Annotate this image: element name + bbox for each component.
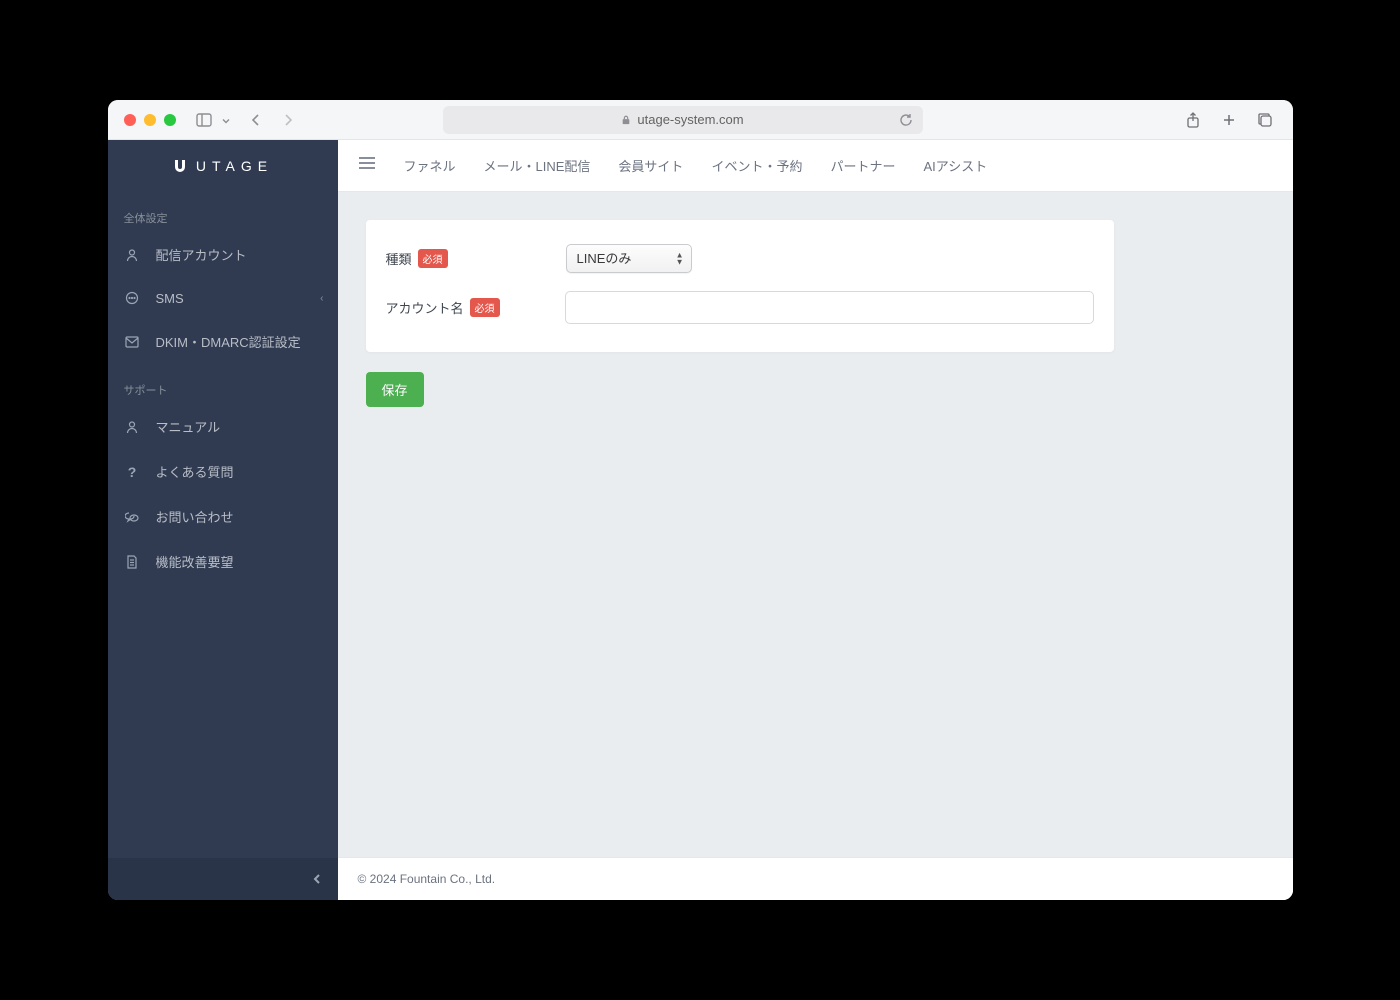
sidebar-item-label: 機能改善要望 — [156, 552, 234, 571]
sidebar-item-manual[interactable]: マニュアル — [108, 404, 338, 449]
type-label: 種類 必須 — [386, 249, 566, 268]
chevron-left-icon — [312, 872, 322, 886]
sidebar-section-support: サポート — [108, 364, 338, 404]
sidebar-item-faq[interactable]: ? よくある質問 — [108, 449, 338, 494]
sidebar-item-label: マニュアル — [156, 417, 221, 436]
main-area: ファネル メール・LINE配信 会員サイト イベント・予約 パートナー AIアシ… — [338, 140, 1293, 900]
minimize-window-button[interactable] — [144, 114, 156, 126]
nav-partner[interactable]: パートナー — [830, 156, 895, 175]
top-nav: ファネル メール・LINE配信 会員サイト イベント・予約 パートナー AIアシ… — [338, 140, 1293, 192]
required-badge: 必須 — [418, 249, 448, 268]
nav-ai-assist[interactable]: AIアシスト — [923, 156, 987, 175]
forward-button[interactable] — [274, 108, 302, 132]
sidebar-item-sms[interactable]: SMS ‹ — [108, 277, 338, 319]
url-bar[interactable]: utage-system.com — [443, 106, 923, 134]
account-name-label: アカウント名 必須 — [386, 298, 565, 317]
sidebar-item-label: SMS — [156, 291, 184, 306]
lock-icon — [621, 115, 631, 125]
envelope-icon — [124, 334, 140, 350]
hamburger-icon[interactable] — [358, 156, 376, 175]
chevron-left-icon: ‹ — [320, 293, 323, 304]
chat-icon — [124, 509, 140, 525]
browser-nav-buttons — [242, 108, 302, 132]
save-button[interactable]: 保存 — [366, 372, 424, 407]
traffic-lights — [124, 114, 176, 126]
svg-text:?: ? — [127, 465, 136, 479]
chevron-down-icon[interactable] — [222, 111, 230, 129]
browser-right-actions — [1181, 108, 1277, 132]
back-button[interactable] — [242, 108, 270, 132]
user-icon — [124, 247, 140, 263]
sidebar-item-delivery-account[interactable]: 配信アカウント — [108, 232, 338, 277]
sidebar-item-feature-request[interactable]: 機能改善要望 — [108, 539, 338, 584]
sidebar-section-global: 全体設定 — [108, 192, 338, 232]
sidebar-item-contact[interactable]: お問い合わせ — [108, 494, 338, 539]
nav-member-site[interactable]: 会員サイト — [618, 156, 683, 175]
sidebar-item-label: DKIM・DMARC認証設定 — [156, 332, 301, 351]
sidebar-collapse-button[interactable] — [108, 858, 338, 900]
sidebar-toggle-icon[interactable] — [192, 108, 216, 132]
nav-funnel[interactable]: ファネル — [404, 156, 456, 175]
url-text: utage-system.com — [637, 112, 743, 127]
nav-event[interactable]: イベント・予約 — [711, 156, 802, 175]
maximize-window-button[interactable] — [164, 114, 176, 126]
nav-mail-line[interactable]: メール・LINE配信 — [484, 156, 591, 175]
sms-icon — [124, 290, 140, 306]
browser-chrome: utage-system.com — [108, 100, 1293, 140]
form-card: 種類 必須 LINEのみ ▲▼ アカウント名 必 — [366, 220, 1114, 352]
document-icon — [124, 554, 140, 570]
tabs-icon[interactable] — [1253, 108, 1277, 132]
content-area: 種類 必須 LINEのみ ▲▼ アカウント名 必 — [338, 192, 1293, 857]
sidebar: UTAGE 全体設定 配信アカウント SMS ‹ — [108, 140, 338, 900]
share-icon[interactable] — [1181, 108, 1205, 132]
type-select[interactable]: LINEのみ — [566, 244, 692, 273]
browser-window: utage-system.com UTAGE 全体設定 — [108, 100, 1293, 900]
close-window-button[interactable] — [124, 114, 136, 126]
logo-icon — [172, 158, 188, 174]
question-icon: ? — [124, 464, 140, 480]
type-select-wrap: LINEのみ ▲▼ — [566, 244, 692, 273]
logo-text: UTAGE — [196, 158, 273, 174]
sidebar-item-label: よくある質問 — [156, 462, 234, 481]
form-row-type: 種類 必須 LINEのみ ▲▼ — [386, 244, 1094, 273]
new-tab-icon[interactable] — [1217, 108, 1241, 132]
sidebar-item-label: 配信アカウント — [156, 245, 247, 264]
app-body: UTAGE 全体設定 配信アカウント SMS ‹ — [108, 140, 1293, 900]
reload-icon[interactable] — [899, 113, 913, 127]
account-name-label-text: アカウント名 — [386, 298, 464, 317]
form-row-account-name: アカウント名 必須 — [386, 291, 1094, 324]
type-label-text: 種類 — [386, 249, 412, 268]
logo[interactable]: UTAGE — [108, 140, 338, 192]
sidebar-item-label: お問い合わせ — [156, 507, 234, 526]
copyright-text: © 2024 Fountain Co., Ltd. — [358, 872, 496, 886]
sidebar-item-dkim[interactable]: DKIM・DMARC認証設定 — [108, 319, 338, 364]
required-badge: 必須 — [470, 298, 500, 317]
footer: © 2024 Fountain Co., Ltd. — [338, 857, 1293, 900]
user-icon — [124, 419, 140, 435]
account-name-input[interactable] — [565, 291, 1094, 324]
